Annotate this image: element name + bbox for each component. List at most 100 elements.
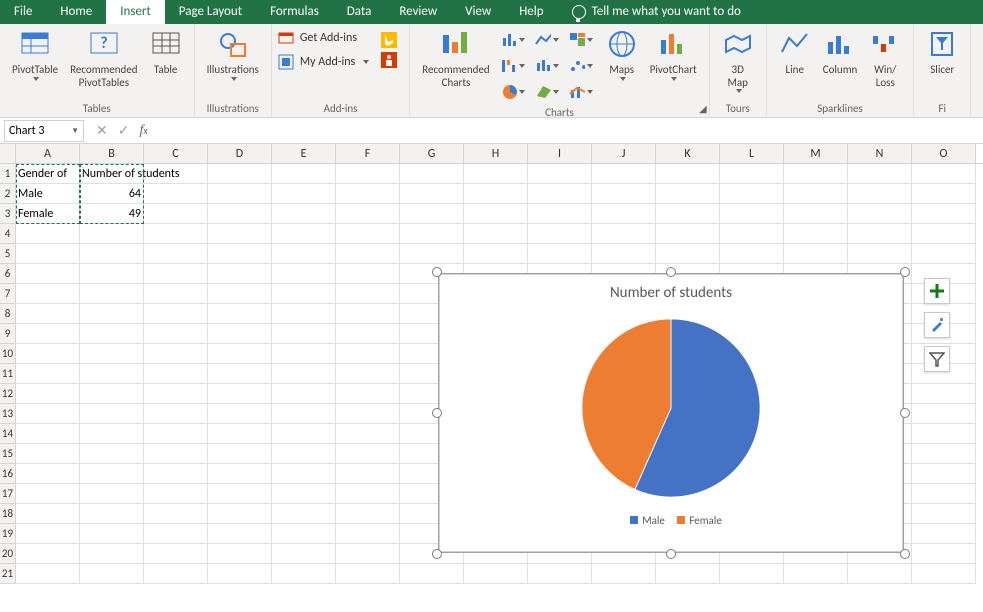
cell-O1[interactable]	[912, 164, 976, 184]
cell-B1[interactable]: Number of students	[80, 164, 144, 184]
resize-handle-r[interactable]	[900, 408, 910, 418]
cell-B9[interactable]	[80, 324, 144, 344]
chart-styles-button[interactable]	[924, 312, 950, 338]
cell-O13[interactable]	[912, 404, 976, 424]
cell-E8[interactable]	[272, 304, 336, 324]
cell-B18[interactable]	[80, 504, 144, 524]
cell-L1[interactable]	[720, 164, 784, 184]
cell-O14[interactable]	[912, 424, 976, 444]
cell-A10[interactable]	[16, 344, 80, 364]
cell-E14[interactable]	[272, 424, 336, 444]
pie-chart[interactable]	[571, 308, 771, 508]
cell-A11[interactable]	[16, 364, 80, 384]
sparkline-column-button[interactable]: Column	[817, 28, 864, 91]
chart-legend[interactable]: Male Female	[439, 514, 903, 527]
rowhdr-13[interactable]: 13	[0, 404, 16, 424]
cell-E18[interactable]	[272, 504, 336, 524]
colhdr-B[interactable]: B	[80, 144, 144, 163]
cell-C9[interactable]	[144, 324, 208, 344]
colhdr-F[interactable]: F	[336, 144, 400, 163]
get-addins-button[interactable]: Get Add-ins	[278, 28, 369, 48]
cell-L21[interactable]	[720, 564, 784, 584]
cell-A14[interactable]	[16, 424, 80, 444]
cell-L5[interactable]	[720, 244, 784, 264]
cell-K21[interactable]	[656, 564, 720, 584]
cell-N1[interactable]	[848, 164, 912, 184]
cell-F11[interactable]	[336, 364, 400, 384]
cell-E17[interactable]	[272, 484, 336, 504]
cell-H21[interactable]	[464, 564, 528, 584]
cell-E6[interactable]	[272, 264, 336, 284]
cell-O12[interactable]	[912, 384, 976, 404]
resize-handle-tr[interactable]	[900, 267, 910, 277]
tab-review[interactable]: Review	[385, 0, 451, 24]
cell-N4[interactable]	[848, 224, 912, 244]
cell-C10[interactable]	[144, 344, 208, 364]
chart-combo-button[interactable]	[568, 82, 594, 102]
cell-A18[interactable]	[16, 504, 80, 524]
recommended-pivot-button[interactable]: ? Recommended PivotTables	[64, 28, 143, 91]
cell-L2[interactable]	[720, 184, 784, 204]
tab-view[interactable]: View	[451, 0, 505, 24]
cell-F5[interactable]	[336, 244, 400, 264]
cell-M2[interactable]	[784, 184, 848, 204]
3d-map-button[interactable]: 3D Map	[716, 28, 760, 95]
charts-dialog-launcher[interactable]: ◢	[699, 102, 707, 115]
resize-handle-br[interactable]	[900, 549, 910, 559]
rowhdr-3[interactable]: 3	[0, 204, 16, 224]
cell-B20[interactable]	[80, 544, 144, 564]
cell-F18[interactable]	[336, 504, 400, 524]
cell-E19[interactable]	[272, 524, 336, 544]
rowhdr-11[interactable]: 11	[0, 364, 16, 384]
colhdr-C[interactable]: C	[144, 144, 208, 163]
tab-file[interactable]: File	[0, 0, 46, 24]
pivotchart-button[interactable]: PivotChart	[644, 28, 703, 106]
cell-C20[interactable]	[144, 544, 208, 564]
cell-D7[interactable]	[208, 284, 272, 304]
sparkline-line-button[interactable]: Line	[773, 28, 817, 91]
cell-F9[interactable]	[336, 324, 400, 344]
colhdr-H[interactable]: H	[464, 144, 528, 163]
rowhdr-12[interactable]: 12	[0, 384, 16, 404]
cell-O3[interactable]	[912, 204, 976, 224]
cell-H3[interactable]	[464, 204, 528, 224]
cell-K3[interactable]	[656, 204, 720, 224]
cell-E5[interactable]	[272, 244, 336, 264]
colhdr-L[interactable]: L	[720, 144, 784, 163]
cell-A4[interactable]	[16, 224, 80, 244]
cell-A19[interactable]	[16, 524, 80, 544]
cell-D6[interactable]	[208, 264, 272, 284]
resize-handle-b[interactable]	[666, 549, 676, 559]
rowhdr-7[interactable]: 7	[0, 284, 16, 304]
slicer-button[interactable]: Slicer	[920, 28, 964, 79]
cell-I4[interactable]	[528, 224, 592, 244]
cell-H5[interactable]	[464, 244, 528, 264]
cell-F21[interactable]	[336, 564, 400, 584]
cell-D15[interactable]	[208, 444, 272, 464]
cell-B15[interactable]	[80, 444, 144, 464]
cell-B16[interactable]	[80, 464, 144, 484]
cell-G2[interactable]	[400, 184, 464, 204]
cell-C12[interactable]	[144, 384, 208, 404]
cell-C2[interactable]	[144, 184, 208, 204]
name-box[interactable]: Chart 3 ▼	[4, 120, 84, 142]
resize-handle-bl[interactable]	[432, 549, 442, 559]
rowhdr-17[interactable]: 17	[0, 484, 16, 504]
cell-D14[interactable]	[208, 424, 272, 444]
cell-F2[interactable]	[336, 184, 400, 204]
tab-home[interactable]: Home	[46, 0, 106, 24]
cell-E15[interactable]	[272, 444, 336, 464]
cell-H1[interactable]	[464, 164, 528, 184]
cell-B10[interactable]	[80, 344, 144, 364]
cell-O21[interactable]	[912, 564, 976, 584]
cell-A13[interactable]	[16, 404, 80, 424]
cell-F8[interactable]	[336, 304, 400, 324]
cell-I3[interactable]	[528, 204, 592, 224]
cell-B21[interactable]	[80, 564, 144, 584]
cell-D21[interactable]	[208, 564, 272, 584]
cell-E3[interactable]	[272, 204, 336, 224]
rowhdr-19[interactable]: 19	[0, 524, 16, 544]
colhdr-A[interactable]: A	[16, 144, 80, 163]
rowhdr-4[interactable]: 4	[0, 224, 16, 244]
resize-handle-l[interactable]	[432, 408, 442, 418]
